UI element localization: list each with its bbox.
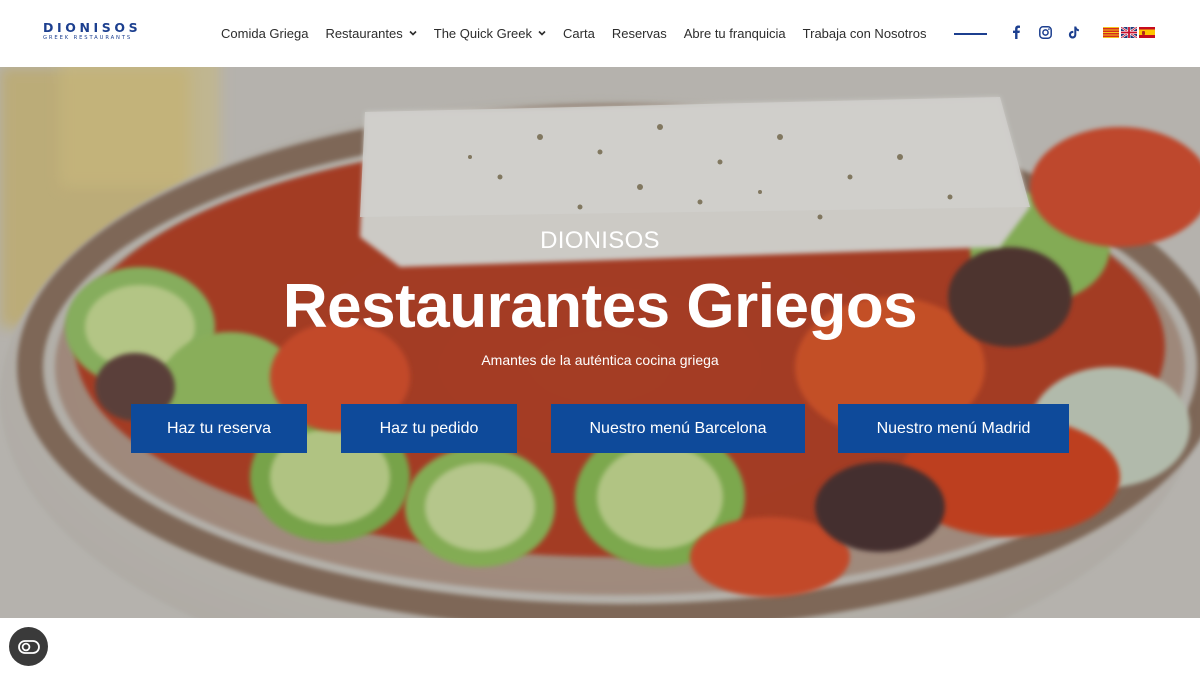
nav-item-reservas[interactable]: Reservas: [612, 26, 667, 41]
site-header: DIONISOS GREEK RESTAURANTS Comida Griega…: [0, 0, 1200, 67]
brand-name: DIONISOS: [43, 20, 142, 35]
nav-item-label: Comida Griega: [221, 25, 309, 41]
accessibility-toggle-icon: [17, 639, 40, 654]
hero-title: Restaurantes Griegos: [282, 272, 918, 341]
madrid-menu-button[interactable]: Nuestro menú Madrid: [838, 404, 1069, 453]
nav-item-comida-griega[interactable]: Comida Griega: [221, 26, 308, 41]
reservation-button[interactable]: Haz tu reserva: [131, 404, 307, 453]
english-flag-icon[interactable]: [1121, 27, 1137, 38]
nav-item-abre-tu-franquicia[interactable]: Abre tu franquicia: [684, 26, 786, 41]
nav-item-label: Abre tu franquicia: [683, 25, 786, 41]
nav-item-restaurantes[interactable]: Restaurantes: [325, 25, 417, 41]
nav-item-carta[interactable]: Carta: [563, 26, 595, 41]
instagram-icon[interactable]: [1038, 25, 1052, 39]
catalan-flag-icon[interactable]: [1103, 27, 1119, 38]
nav-item-label: Trabaja con Nosotros: [802, 25, 927, 41]
chevron-down-icon: [409, 30, 417, 36]
main-nav: Comida Griega Restaurantes The Quick Gre…: [221, 22, 943, 44]
nav-item-label: The Quick Greek: [433, 25, 533, 41]
hero-section: DIONISOS Restaurantes Griegos Amantes de…: [0, 67, 1200, 618]
chevron-down-icon: [538, 30, 546, 36]
tiktok-icon[interactable]: [1067, 25, 1081, 39]
hero-eyebrow: DIONISOS: [540, 227, 660, 254]
facebook-icon[interactable]: [1009, 25, 1023, 39]
nav-item-the-quick-greek[interactable]: The Quick Greek: [434, 26, 546, 41]
nav-item-label: Restaurantes: [325, 25, 403, 41]
brand-tagline: GREEK RESTAURANTS: [43, 35, 133, 41]
brand-logo[interactable]: DIONISOS GREEK RESTAURANTS: [43, 21, 149, 45]
hero-subtitle: Amantes de la auténtica cocina griega: [481, 352, 719, 368]
nav-item-trabaja-con-nosotros[interactable]: Trabaja con Nosotros: [803, 26, 927, 41]
barcelona-menu-button[interactable]: Nuestro menú Barcelona: [551, 404, 805, 453]
nav-divider: [954, 33, 987, 35]
hero-overlay: [0, 67, 1200, 618]
spanish-flag-icon[interactable]: [1139, 27, 1155, 38]
coat-of-arms-icon: [1142, 30, 1145, 35]
order-button[interactable]: Haz tu pedido: [341, 404, 517, 453]
nav-item-label: Reservas: [611, 25, 667, 41]
language-selector: [1103, 27, 1157, 38]
nav-item-label: Carta: [563, 25, 595, 41]
accessibility-button[interactable]: [9, 627, 48, 666]
